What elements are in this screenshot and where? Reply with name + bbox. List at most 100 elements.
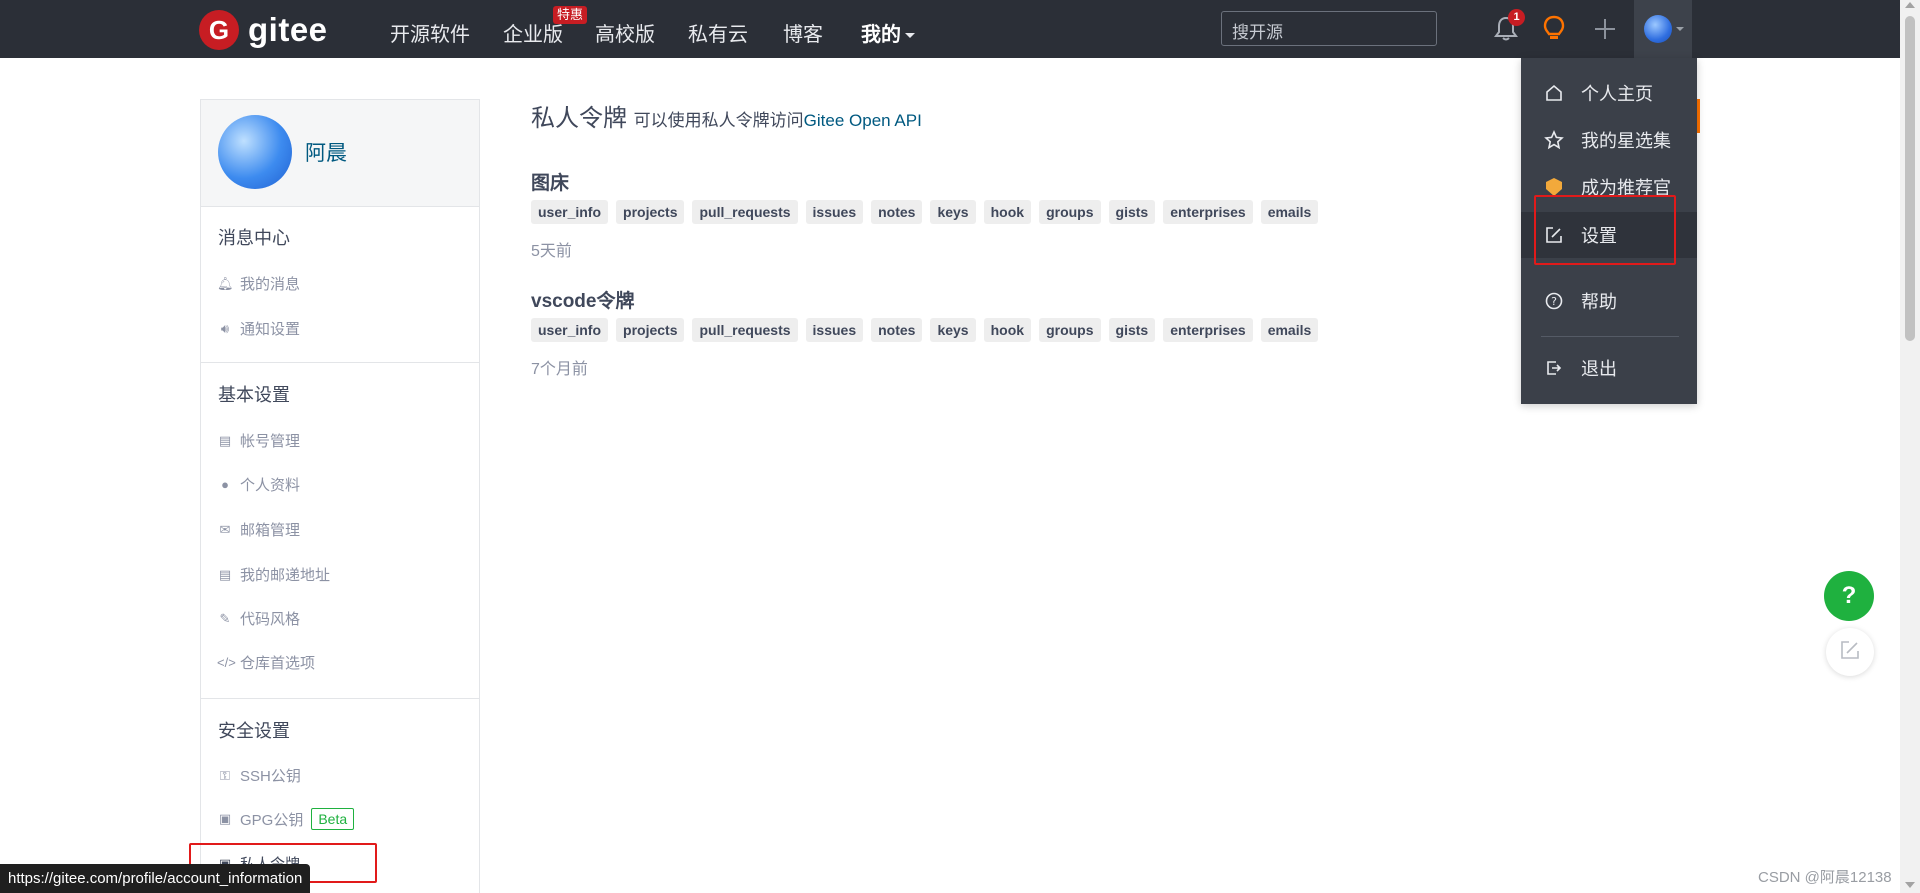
top-navbar: G gitee 开源软件 企业版 特惠 高校版 私有云 博客 我的 搜开源 1	[0, 0, 1900, 58]
watermark: CSDN @阿晨12138	[1758, 869, 1892, 886]
profile-card: 阿晨	[201, 100, 479, 207]
user-icon: ●	[221, 477, 229, 492]
scope-tag: issues	[805, 318, 864, 342]
logout-icon	[1543, 358, 1565, 378]
scroll-up-arrow-icon[interactable]	[1905, 2, 1915, 8]
sidebar-item-repo-preferences[interactable]: </> 仓库首选项	[217, 652, 315, 673]
sidebar-item-mailing-address[interactable]: ▤ 我的邮递地址	[217, 564, 330, 585]
id-card-icon: ▤	[218, 566, 232, 582]
scope-tag: keys	[930, 318, 976, 342]
id-card-icon: ▤	[218, 432, 232, 448]
scope-tag: notes	[871, 318, 923, 342]
speaker-icon: 🔊︎	[220, 320, 230, 336]
scope-tag: user_info	[531, 200, 609, 224]
menu-item-label: 我的星选集	[1581, 131, 1671, 151]
code-icon: </>	[217, 655, 236, 670]
menu-divider	[1541, 336, 1679, 337]
token-name: 图床	[531, 173, 570, 194]
chevron-down-icon	[1676, 27, 1684, 31]
nav-private-cloud[interactable]: 私有云	[688, 18, 748, 47]
sidebar-item-label: 邮箱管理	[240, 522, 301, 539]
key-icon: ⚿	[220, 767, 230, 783]
page-scrollbar[interactable]	[1900, 0, 1920, 893]
nav-blog[interactable]: 博客	[783, 18, 823, 47]
section-security-settings: 安全设置	[218, 721, 290, 741]
nav-open-source[interactable]: 开源软件	[390, 18, 470, 47]
envelope-icon: ✉	[219, 521, 231, 537]
feedback-button[interactable]	[1826, 628, 1874, 676]
sidebar-item-label: GPG公钥	[240, 811, 304, 829]
help-button[interactable]: ?	[1824, 571, 1874, 621]
nav-education[interactable]: 高校版	[595, 18, 655, 47]
scope-tag: hook	[983, 200, 1032, 224]
sidebar-item-profile[interactable]: ● 个人资料	[217, 474, 300, 495]
lock-icon: ▣	[218, 811, 232, 826]
sidebar-item-account[interactable]: ▤ 帐号管理	[217, 430, 300, 451]
avatar	[1644, 15, 1672, 43]
scope-tag: pull_requests	[692, 200, 798, 224]
question-circle-icon: ?	[1543, 291, 1565, 311]
menu-item-homepage[interactable]: 个人主页	[1521, 70, 1697, 116]
settings-sidebar: 阿晨 消息中心 🔔︎ 我的消息 🔊︎ 通知设置 基本设置 ▤ 帐号管理 ● 个人资料 ✉…	[200, 99, 480, 893]
lightbulb-icon[interactable]	[1542, 15, 1566, 48]
scope-tag: notes	[871, 200, 923, 224]
section-basic-settings: 基本设置	[218, 385, 290, 405]
scope-tag: keys	[930, 200, 976, 224]
svg-text:?: ?	[1551, 295, 1557, 308]
profile-avatar[interactable]	[218, 115, 292, 189]
scope-tag: projects	[616, 200, 685, 224]
gitee-logo-mark: G	[199, 10, 239, 50]
bell-icon: 🔔︎	[217, 275, 234, 291]
home-icon	[1543, 83, 1565, 103]
section-divider	[201, 698, 479, 699]
scroll-down-arrow-icon[interactable]	[1905, 882, 1915, 888]
sidebar-item-label: 我的邮递地址	[240, 567, 331, 584]
page-subtitle: 可以使用私人令牌访问Gitee Open API	[634, 111, 922, 130]
page-title-text: 私人令牌	[531, 105, 627, 132]
sidebar-item-code-style[interactable]: ✎ 代码风格	[217, 608, 300, 629]
token-scopes: user_info projects pull_requests issues …	[531, 318, 1319, 342]
scope-tag: emails	[1260, 200, 1319, 224]
generate-token-button-edge[interactable]	[1697, 99, 1700, 133]
token-created-time: 5天前	[531, 243, 572, 260]
scope-tag: gists	[1108, 200, 1156, 224]
menu-item-help[interactable]: ? 帮助	[1521, 278, 1697, 324]
sidebar-item-ssh-keys[interactable]: ⚿ SSH公钥	[217, 765, 301, 786]
page-title: 私人令牌 可以使用私人令牌访问Gitee Open API	[531, 98, 922, 133]
sidebar-item-label: 帐号管理	[240, 433, 301, 450]
profile-username[interactable]: 阿晨	[305, 137, 347, 167]
sidebar-item-gpg-keys[interactable]: ▣ GPG公钥 Beta	[217, 808, 355, 830]
scope-tag: projects	[616, 318, 685, 342]
menu-item-starred[interactable]: 我的星选集	[1521, 117, 1697, 163]
scope-tag: hook	[983, 318, 1032, 342]
badge-icon	[1543, 177, 1565, 197]
sidebar-item-label: 通知设置	[240, 321, 301, 338]
gitee-logo[interactable]: G gitee	[199, 10, 328, 50]
sidebar-item-my-messages[interactable]: 🔔︎ 我的消息	[217, 273, 300, 294]
token-created-time: 7个月前	[531, 361, 588, 378]
scope-tag: user_info	[531, 318, 609, 342]
nav-mine[interactable]: 我的	[861, 18, 915, 47]
scope-tag: groups	[1039, 200, 1101, 224]
scope-tag: emails	[1260, 318, 1319, 342]
scope-tag: groups	[1039, 318, 1101, 342]
sidebar-item-notification-settings[interactable]: 🔊︎ 通知设置	[217, 318, 300, 339]
edit-icon	[1839, 639, 1861, 666]
highlight-box-settings	[1534, 195, 1676, 265]
scope-tag: issues	[805, 200, 864, 224]
scrollbar-thumb[interactable]	[1905, 16, 1915, 341]
menu-item-label: 退出	[1581, 359, 1617, 379]
menu-item-logout[interactable]: 退出	[1521, 345, 1697, 391]
nav-mine-label: 我的	[861, 24, 901, 46]
user-menu-button[interactable]	[1634, 0, 1692, 58]
link-status-bar: https://gitee.com/profile/account_inform…	[0, 864, 311, 893]
scope-tag: gists	[1108, 318, 1156, 342]
token-name: vscode令牌	[531, 291, 635, 312]
search-input[interactable]: 搜开源	[1221, 11, 1437, 46]
section-divider	[201, 362, 479, 363]
plus-icon[interactable]	[1593, 17, 1617, 46]
menu-item-label: 帮助	[1581, 292, 1617, 312]
sidebar-item-email[interactable]: ✉ 邮箱管理	[217, 519, 300, 540]
open-api-link[interactable]: Gitee Open API	[804, 111, 922, 130]
scope-tag: pull_requests	[692, 318, 798, 342]
